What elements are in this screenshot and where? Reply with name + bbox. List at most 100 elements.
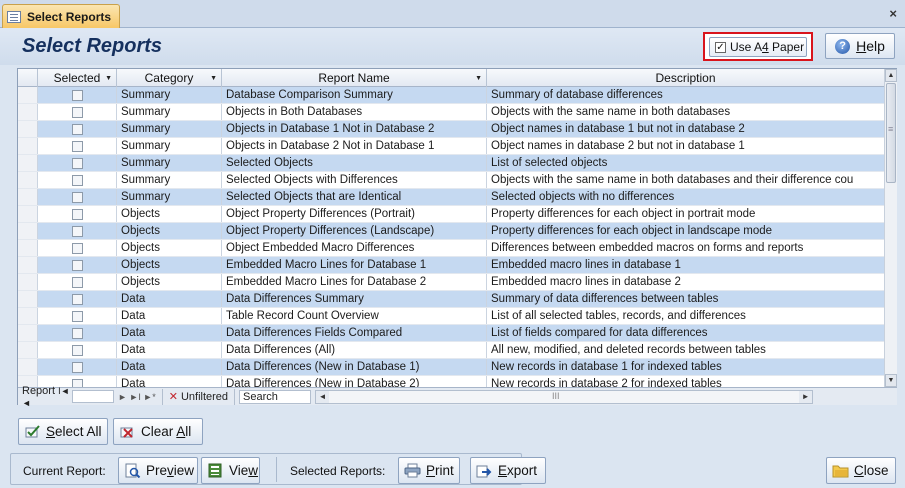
- description-cell[interactable]: Summary of database differences: [487, 87, 884, 103]
- close-tab-icon[interactable]: ×: [889, 6, 897, 21]
- row-selector[interactable]: [18, 342, 38, 358]
- sort-arrow-icon[interactable]: ▼: [475, 75, 482, 82]
- report-name-cell[interactable]: Object Embedded Macro Differences: [222, 240, 487, 256]
- description-cell[interactable]: Summary of data differences between tabl…: [487, 291, 884, 307]
- table-row[interactable]: Summary Objects in Both Databases Objects …: [18, 104, 884, 121]
- description-cell[interactable]: Selected objects with no differences: [487, 189, 884, 205]
- view-button[interactable]: View: [201, 457, 260, 484]
- description-cell[interactable]: List of all selected tables, records, an…: [487, 308, 884, 324]
- scroll-thumb[interactable]: [886, 83, 896, 183]
- table-row[interactable]: Objects Embedded Macro Lines for Database…: [18, 274, 884, 291]
- select-all-corner[interactable]: [18, 69, 38, 87]
- vertical-scrollbar[interactable]: ▲ ▼: [884, 69, 897, 387]
- row-checkbox[interactable]: [71, 259, 83, 271]
- row-selector[interactable]: [18, 240, 38, 256]
- sort-arrow-icon[interactable]: ▼: [105, 75, 112, 82]
- category-cell[interactable]: Objects: [117, 274, 222, 290]
- report-name-cell[interactable]: Data Differences Summary: [222, 291, 487, 307]
- category-cell[interactable]: Summary: [117, 155, 222, 171]
- description-cell[interactable]: Objects with the same name in both datab…: [487, 172, 884, 188]
- table-row[interactable]: Data Data Differences (New in Database 1)…: [18, 359, 884, 376]
- print-button[interactable]: Print: [398, 457, 460, 484]
- description-cell[interactable]: List of selected objects: [487, 155, 884, 171]
- row-checkbox[interactable]: [71, 293, 83, 305]
- description-cell[interactable]: Objects with the same name in both datab…: [487, 104, 884, 120]
- report-name-cell[interactable]: Data Differences (New in Database 2): [222, 376, 487, 387]
- category-cell[interactable]: Data: [117, 291, 222, 307]
- table-row[interactable]: Objects Object Embedded Macro Differences…: [18, 240, 884, 257]
- report-name-cell[interactable]: Selected Objects with Differences: [222, 172, 487, 188]
- column-header-selected[interactable]: Selected ▼: [38, 69, 117, 87]
- row-selector[interactable]: [18, 257, 38, 273]
- export-button[interactable]: Export: [470, 457, 546, 484]
- row-selector[interactable]: [18, 138, 38, 154]
- row-selector[interactable]: [18, 291, 38, 307]
- row-selector[interactable]: [18, 172, 38, 188]
- table-row[interactable]: Summary Selected Objects that are Identic…: [18, 189, 884, 206]
- report-name-cell[interactable]: Object Property Differences (Portrait): [222, 206, 487, 222]
- description-cell[interactable]: Embedded macro lines in database 1: [487, 257, 884, 273]
- description-cell[interactable]: New records in database 2 for indexed ta…: [487, 376, 884, 387]
- category-cell[interactable]: Summary: [117, 172, 222, 188]
- scroll-down-icon[interactable]: ▼: [885, 374, 897, 387]
- row-checkbox[interactable]: [71, 140, 83, 152]
- report-name-cell[interactable]: Object Property Differences (Landscape): [222, 223, 487, 239]
- category-cell[interactable]: Summary: [117, 87, 222, 103]
- report-name-cell[interactable]: Data Differences Fields Compared: [222, 325, 487, 341]
- table-row[interactable]: Data Data Differences Summary Summary of d…: [18, 291, 884, 308]
- row-checkbox[interactable]: [71, 225, 83, 237]
- table-row[interactable]: Summary Objects in Database 1 Not in Data…: [18, 121, 884, 138]
- category-cell[interactable]: Data: [117, 342, 222, 358]
- table-row[interactable]: Summary Database Comparison Summary Summar…: [18, 87, 884, 104]
- filter-status-button[interactable]: ✕ Unfiltered: [161, 388, 236, 405]
- a4-checkbox[interactable]: ✓: [715, 41, 726, 53]
- row-checkbox[interactable]: [71, 208, 83, 220]
- row-selector[interactable]: [18, 87, 38, 103]
- row-checkbox[interactable]: [71, 276, 83, 288]
- row-checkbox[interactable]: [71, 242, 83, 254]
- category-cell[interactable]: Data: [117, 359, 222, 375]
- category-cell[interactable]: Summary: [117, 104, 222, 120]
- tab-select-reports[interactable]: Select Reports: [2, 4, 120, 28]
- description-cell[interactable]: Differences between embedded macros on f…: [487, 240, 884, 256]
- row-checkbox[interactable]: [71, 361, 83, 373]
- report-name-cell[interactable]: Selected Objects: [222, 155, 487, 171]
- search-input[interactable]: Search: [239, 389, 312, 404]
- category-cell[interactable]: Summary: [117, 189, 222, 205]
- report-name-cell[interactable]: Embedded Macro Lines for Database 1: [222, 257, 487, 273]
- description-cell[interactable]: All new, modified, and deleted records b…: [487, 342, 884, 358]
- table-row[interactable]: Data Data Differences (New in Database 2)…: [18, 376, 884, 387]
- table-row[interactable]: Data Data Differences Fields Compared List…: [18, 325, 884, 342]
- row-checkbox[interactable]: [71, 106, 83, 118]
- preview-button[interactable]: Preview: [118, 457, 198, 484]
- table-row[interactable]: Data Table Record Count Overview List of a…: [18, 308, 884, 325]
- close-button[interactable]: Close: [826, 457, 896, 484]
- description-cell[interactable]: Property differences for each object in …: [487, 223, 884, 239]
- horizontal-scrollbar[interactable]: ◄ III ►: [315, 389, 814, 404]
- report-name-cell[interactable]: Embedded Macro Lines for Database 2: [222, 274, 487, 290]
- category-cell[interactable]: Summary: [117, 121, 222, 137]
- next-record-icon[interactable]: ► ►I ►*: [118, 392, 156, 402]
- category-cell[interactable]: Data: [117, 376, 222, 387]
- row-checkbox[interactable]: [71, 123, 83, 135]
- column-header-description[interactable]: Description: [487, 69, 884, 87]
- row-checkbox[interactable]: [71, 378, 83, 387]
- row-selector[interactable]: [18, 223, 38, 239]
- row-checkbox[interactable]: [71, 327, 83, 339]
- category-cell[interactable]: Objects: [117, 206, 222, 222]
- category-cell[interactable]: Data: [117, 325, 222, 341]
- description-cell[interactable]: Object names in database 1 but not in da…: [487, 121, 884, 137]
- report-name-cell[interactable]: Objects in Database 1 Not in Database 2: [222, 121, 487, 137]
- row-selector[interactable]: [18, 155, 38, 171]
- row-selector[interactable]: [18, 206, 38, 222]
- report-name-cell[interactable]: Database Comparison Summary: [222, 87, 487, 103]
- row-selector[interactable]: [18, 359, 38, 375]
- row-checkbox[interactable]: [71, 191, 83, 203]
- description-cell[interactable]: List of fields compared for data differe…: [487, 325, 884, 341]
- category-cell[interactable]: Data: [117, 308, 222, 324]
- row-checkbox[interactable]: [71, 344, 83, 356]
- report-name-cell[interactable]: Objects in Both Databases: [222, 104, 487, 120]
- select-all-button[interactable]: Select All: [18, 418, 108, 445]
- table-row[interactable]: Objects Object Property Differences (Port…: [18, 206, 884, 223]
- sort-arrow-icon[interactable]: ▼: [210, 75, 217, 82]
